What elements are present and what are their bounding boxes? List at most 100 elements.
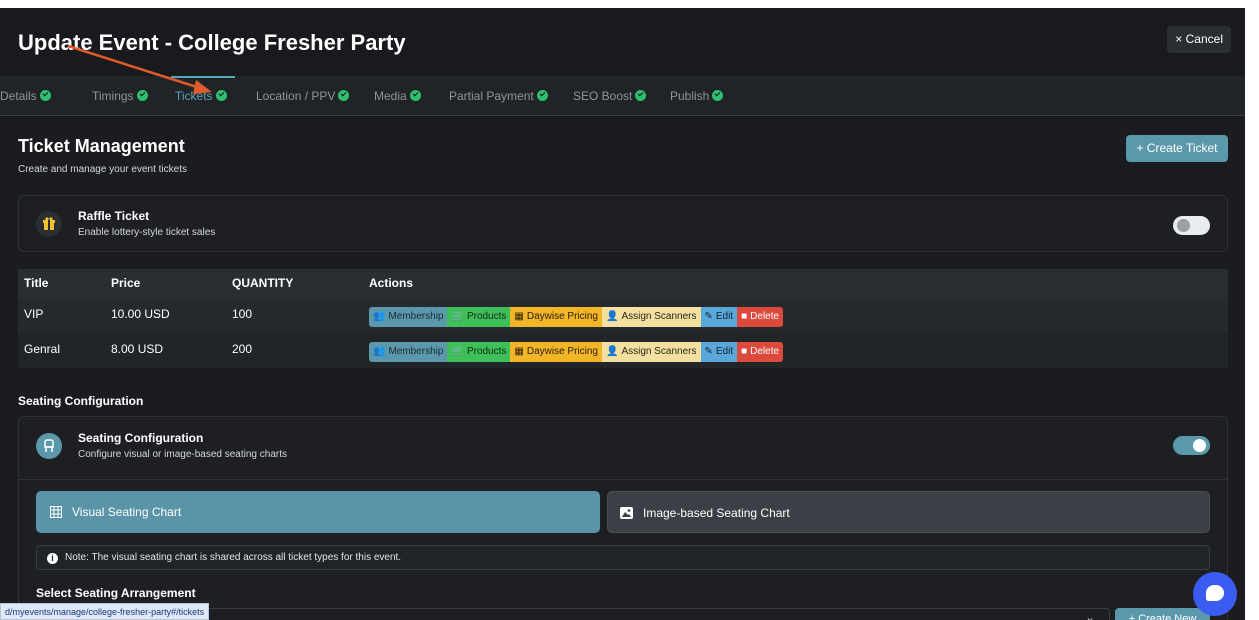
cart-icon: 🛒 <box>451 346 464 357</box>
products-label: Products <box>466 346 507 357</box>
table-row: Genral 8.00 USD 200 👥 Membership 🛒 Product… <box>18 333 1228 368</box>
assign-scanners-button[interactable]: 👤 Assign Scanners <box>602 307 701 327</box>
seating-note: i Note: The visual seating chart is share… <box>36 545 1210 570</box>
assign-scanners-button[interactable]: 👤 Assign Scanners <box>602 342 701 362</box>
ticket-title: VIP <box>24 307 44 321</box>
tab-label: Partial Payment <box>449 89 534 103</box>
check-circle-icon <box>409 90 421 101</box>
create-ticket-button[interactable]: + Create Ticket <box>1126 135 1228 162</box>
column-header-quantity: QUANTITY <box>232 276 294 290</box>
check-circle-icon <box>712 90 724 101</box>
cancel-button[interactable]: × Cancel <box>1167 26 1231 53</box>
calendar-icon: ▦ <box>514 311 524 322</box>
products-button[interactable]: 🛒 Products <box>447 307 511 327</box>
edit-button[interactable]: ✎ Edit <box>700 342 738 362</box>
seating-section-label: Seating Configuration <box>18 394 144 408</box>
table-header: Title Price QUANTITY Actions <box>18 269 1228 298</box>
tab-partial-payment[interactable]: Partial Payment <box>449 76 548 116</box>
create-new-button[interactable]: + Create New <box>1115 608 1210 620</box>
visual-seating-label: Visual Seating Chart <box>72 505 182 519</box>
scanners-label: Assign Scanners <box>621 346 697 357</box>
edit-label: Edit <box>715 311 734 322</box>
edit-icon: ✎ <box>704 346 713 357</box>
membership-label: Membership <box>388 311 444 322</box>
users-icon: 👥 <box>373 346 386 357</box>
row-actions: 👥 Membership 🛒 Products ▦ Daywise Pricing 👤… <box>369 307 784 327</box>
image-seating-chart-button[interactable]: Image-based Seating Chart <box>607 491 1210 533</box>
users-icon: 👥 <box>373 311 386 322</box>
info-icon: i <box>47 553 58 564</box>
chat-widget-button[interactable] <box>1193 572 1237 616</box>
delete-button[interactable]: ■ Delete <box>737 307 784 327</box>
app-window: Update Event - College Fresher Party × C… <box>0 8 1245 620</box>
row-actions: 👥 Membership 🛒 Products ▦ Daywise Pricing 👤… <box>369 342 784 362</box>
raffle-ticket-title: Raffle Ticket <box>78 209 150 223</box>
seating-config-title: Seating Configuration <box>78 431 204 445</box>
ticket-title: Genral <box>24 342 61 356</box>
trash-icon: ■ <box>741 346 748 357</box>
cart-icon: 🛒 <box>451 311 464 322</box>
table-row: VIP 10.00 USD 100 👥 Membership 🛒 Products … <box>18 298 1228 333</box>
grid-icon <box>50 493 62 535</box>
annotation-arrow-icon <box>67 44 212 94</box>
ticket-management-title: Ticket Management <box>18 136 185 156</box>
ticket-quantity: 200 <box>232 342 253 356</box>
seating-config-subtitle: Configure visual or image-based seating … <box>78 449 287 460</box>
tab-media[interactable]: Media <box>374 76 421 116</box>
tab-label: Location / PPV <box>256 89 336 103</box>
edit-button[interactable]: ✎ Edit <box>700 307 738 327</box>
check-circle-icon <box>635 90 647 101</box>
tab-publish[interactable]: Publish <box>670 76 724 116</box>
scanners-label: Assign Scanners <box>621 311 697 322</box>
column-header-actions: Actions <box>369 276 414 290</box>
toggle-knob <box>1193 439 1206 452</box>
ticket-quantity: 100 <box>232 307 253 321</box>
membership-button[interactable]: 👥 Membership <box>369 307 448 327</box>
membership-label: Membership <box>388 346 444 357</box>
divider <box>19 479 1227 480</box>
trash-icon: ■ <box>741 311 748 322</box>
ticket-price: 8.00 USD <box>111 342 164 356</box>
daywise-pricing-button[interactable]: ▦ Daywise Pricing <box>510 307 602 327</box>
delete-label: Delete <box>750 346 780 357</box>
column-header-title: Title <box>24 276 49 290</box>
calendar-icon: ▦ <box>514 346 524 357</box>
delete-button[interactable]: ■ Delete <box>737 342 784 362</box>
seating-note-text: Note: The visual seating chart is shared… <box>65 552 402 563</box>
tab-label: SEO Boost <box>573 89 633 103</box>
column-header-price: Price <box>111 276 141 290</box>
gift-icon <box>36 211 62 237</box>
status-bar-url: d/myevents/manage/college-fresher-party#… <box>0 603 210 620</box>
tab-label: Publish <box>670 89 710 103</box>
chair-icon <box>36 433 62 459</box>
daywise-label: Daywise Pricing <box>526 311 598 322</box>
visual-seating-chart-button[interactable]: Visual Seating Chart <box>36 491 600 533</box>
tickets-table: Title Price QUANTITY Actions VIP 10.00 U… <box>18 269 1228 368</box>
edit-icon: ✎ <box>704 311 713 322</box>
daywise-pricing-button[interactable]: ▦ Daywise Pricing <box>510 342 602 362</box>
tab-seo-boost[interactable]: SEO Boost <box>573 76 647 116</box>
chevron-down-icon: ⌄ <box>1084 610 1095 620</box>
ticket-management-subtitle: Create and manage your event tickets <box>18 164 187 175</box>
toggle-knob <box>1177 219 1190 232</box>
raffle-ticket-card: Raffle Ticket Enable lottery-style ticke… <box>18 195 1228 252</box>
daywise-label: Daywise Pricing <box>526 346 598 357</box>
check-circle-icon <box>338 90 350 101</box>
seating-toggle[interactable] <box>1173 436 1210 455</box>
raffle-ticket-subtitle: Enable lottery-style ticket sales <box>78 227 216 238</box>
tab-location-ppv[interactable]: Location / PPV <box>256 76 350 116</box>
membership-button[interactable]: 👥 Membership <box>369 342 448 362</box>
delete-label: Delete <box>750 311 780 322</box>
select-seating-label: Select Seating Arrangement <box>36 586 196 600</box>
tab-label: Media <box>374 89 407 103</box>
raffle-toggle[interactable] <box>1173 216 1210 235</box>
products-button[interactable]: 🛒 Products <box>447 342 511 362</box>
edit-label: Edit <box>715 346 734 357</box>
image-seating-label: Image-based Seating Chart <box>643 506 790 520</box>
check-circle-icon <box>536 90 548 101</box>
ticket-price: 10.00 USD <box>111 307 170 321</box>
products-label: Products <box>466 311 507 322</box>
image-icon <box>620 494 633 536</box>
user-check-icon: 👤 <box>606 311 619 322</box>
user-check-icon: 👤 <box>606 346 619 357</box>
